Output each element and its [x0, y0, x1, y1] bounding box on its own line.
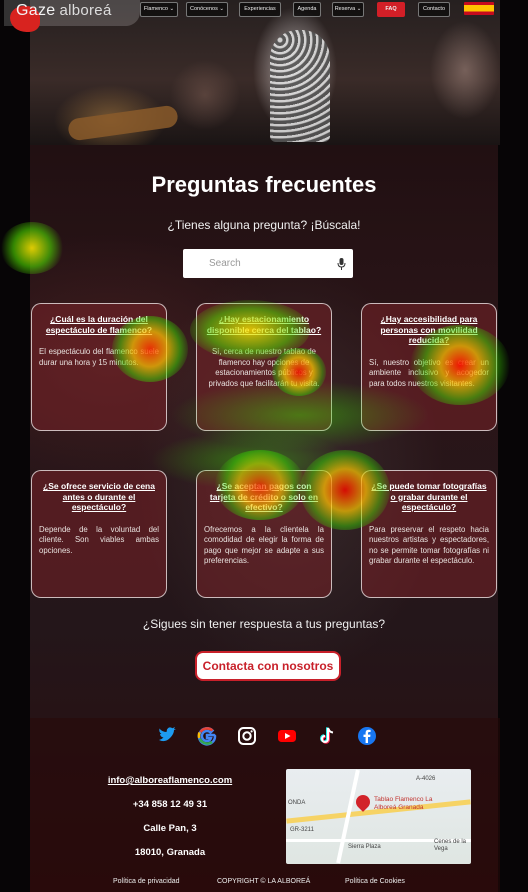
twitter-icon[interactable]	[157, 726, 177, 746]
logo-brand: Gaze	[16, 2, 56, 19]
faq-answer: Para preservar el respeto hacia nuestros…	[369, 524, 489, 566]
dancer-figure	[270, 30, 330, 142]
facebook-icon[interactable]	[357, 726, 377, 746]
cta-text: ¿Sigues sin tener respuesta a tus pregun…	[142, 617, 386, 631]
faq-question[interactable]: ¿Hay accesibilidad para personas con mov…	[369, 314, 489, 346]
search-box	[183, 249, 353, 278]
tiktok-icon[interactable]	[317, 726, 337, 746]
contact-phone[interactable]: +34 858 12 49 31	[70, 799, 270, 810]
left-margin	[0, 0, 30, 892]
map-area-label: Cenes de la Vega	[434, 839, 467, 852]
map-area-label: ONDA	[288, 800, 306, 806]
nav-flamenco[interactable]: Flamenco ⌄	[140, 2, 178, 17]
nav-conocenos[interactable]: Conócenos ⌄	[186, 2, 228, 17]
nav-contacto[interactable]: Contacto	[418, 2, 450, 17]
nav-experiencias[interactable]: Experiencias	[239, 2, 281, 17]
search-input[interactable]	[183, 249, 333, 278]
faq-question[interactable]: ¿Se aceptan pagos con tarjeta de crédito…	[204, 481, 324, 513]
contact-email[interactable]: info@alboreaflamenco.com	[70, 775, 270, 786]
copyright-text: COPYRIGHT © LA ALBOREÁ	[217, 878, 311, 885]
faq-card[interactable]: ¿Se aceptan pagos con tarjeta de crédito…	[196, 470, 332, 598]
contact-street: Calle Pan, 3	[143, 823, 197, 834]
faq-card[interactable]: ¿Hay estacionamiento disponible cerca de…	[196, 303, 332, 431]
right-margin	[498, 0, 528, 892]
page-title: Preguntas frecuentes	[151, 172, 377, 197]
faq-answer: Ofrecemos a la clientela la comodidad de…	[204, 524, 324, 566]
contact-city: 18010, Granada	[134, 847, 206, 858]
map-area-label: GR-3211	[290, 827, 314, 833]
nav-faq[interactable]: FAQ	[377, 2, 405, 17]
microphone-icon[interactable]	[337, 258, 346, 270]
faq-card[interactable]: ¿Se puede tomar fotografías o grabar dur…	[361, 470, 497, 598]
contact-button[interactable]: Contacta con nosotros	[195, 651, 341, 681]
google-icon[interactable]	[197, 726, 217, 746]
faq-answer: Sí, cerca de nuestro tablao de flamenco …	[208, 347, 320, 388]
location-map[interactable]: Tablao Flamenco La Alboreá Granada ONDA …	[286, 769, 471, 864]
logo-text: Gaze alboreá	[16, 2, 112, 20]
guitar-figure	[67, 104, 179, 142]
nav-reserva[interactable]: Reserva ⌄	[332, 2, 364, 17]
privacy-link[interactable]: Política de privacidad	[113, 878, 180, 885]
faq-question[interactable]: ¿Cuál es la duración del espectáculo de …	[39, 314, 159, 335]
logo-name: alboreá	[59, 2, 112, 19]
faq-answer: El espectáculo del flamenco suele durar …	[39, 347, 159, 367]
faq-question[interactable]: ¿Hay estacionamiento disponible cerca de…	[204, 314, 324, 335]
nav-agenda[interactable]: Agenda	[293, 2, 321, 17]
map-area-label: Sierra Plaza	[348, 844, 381, 850]
language-flag-icon[interactable]	[464, 2, 494, 15]
faq-answer: Sí, nuestro objetivo es crear un ambient…	[369, 357, 489, 388]
faq-card[interactable]: ¿Hay accesibilidad para personas con mov…	[361, 303, 497, 431]
faq-answer: Depende de la voluntad del cliente. Son …	[39, 524, 159, 555]
faq-question[interactable]: ¿Se puede tomar fotografías o grabar dur…	[369, 481, 489, 513]
page-subtitle: ¿Tienes alguna pregunta? ¡Búscala!	[167, 218, 361, 232]
map-place-label: Tablao Flamenco La Alboreá Granada	[374, 796, 433, 811]
faq-card[interactable]: ¿Se ofrece servicio de cena antes o dura…	[31, 470, 167, 598]
faq-card[interactable]: ¿Cuál es la duración del espectáculo de …	[31, 303, 167, 431]
map-area-label: A-4026	[416, 776, 436, 782]
faq-question[interactable]: ¿Se ofrece servicio de cena antes o dura…	[39, 481, 159, 513]
instagram-icon[interactable]	[237, 726, 257, 746]
cookies-link[interactable]: Política de Cookies	[345, 878, 405, 885]
site-logo[interactable]: Gaze alboreá	[4, 0, 140, 32]
youtube-icon[interactable]	[277, 726, 297, 746]
